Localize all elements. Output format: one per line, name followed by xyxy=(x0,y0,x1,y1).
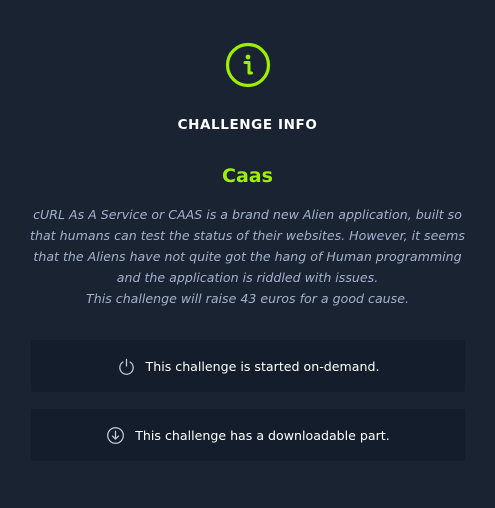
power-icon xyxy=(118,358,134,375)
challenge-title: Caas xyxy=(222,165,273,187)
description-text: cURL As A Service or CAAS is a brand new… xyxy=(30,207,465,285)
downloadable-label: This challenge has a downloadable part. xyxy=(135,427,390,443)
download-icon xyxy=(107,426,125,444)
on-demand-card: This challenge is started on-demand. xyxy=(31,340,465,392)
charity-note: This challenge will raise 43 euros for a… xyxy=(86,291,409,306)
downloadable-card: This challenge has a downloadable part. xyxy=(31,409,465,461)
challenge-description: cURL As A Service or CAAS is a brand new… xyxy=(24,204,471,309)
info-circle-icon xyxy=(225,42,271,88)
modal-heading: CHALLENGE INFO xyxy=(177,117,318,133)
challenge-info-modal: CHALLENGE INFO Caas cURL As A Service or… xyxy=(0,0,495,508)
on-demand-label: This challenge is started on-demand. xyxy=(145,358,380,374)
